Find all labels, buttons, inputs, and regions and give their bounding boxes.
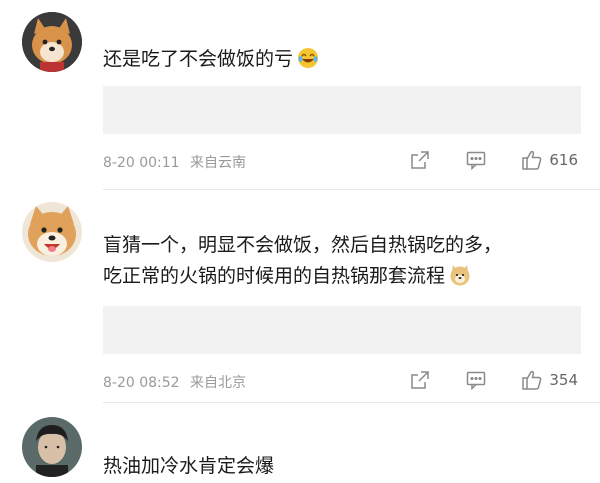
share-icon[interactable]	[409, 369, 431, 391]
comment-icon[interactable]	[465, 369, 487, 391]
comment-meta: 8-20 00:11 来自云南	[103, 152, 246, 172]
like-button[interactable]: 354	[521, 369, 578, 391]
comment-text-line-2: 吃正常的火锅的时候用的自热锅那套流程	[103, 265, 446, 287]
avatar-shiba-smiling[interactable]	[22, 202, 82, 262]
avatar-shiba[interactable]	[22, 12, 82, 72]
comment-meta: 8-20 08:52 来自北京	[103, 372, 246, 392]
comment-date: 8-20 00:11	[103, 155, 180, 171]
share-icon[interactable]	[409, 149, 431, 171]
comment-text-content: 还是吃了不会做饭的亏	[103, 48, 294, 70]
comment-2: 盲猜一个，明显不会做饭，然后自热锅吃的多， 吃正常的火锅的时候用的自热锅那套流程…	[0, 190, 600, 403]
comment-icon[interactable]	[465, 149, 487, 171]
comment-source: 来自云南	[190, 155, 247, 171]
like-count: 616	[549, 151, 578, 169]
media-placeholder	[103, 306, 581, 354]
like-button[interactable]: 616	[521, 149, 578, 171]
comment-date: 8-20 08:52	[103, 375, 180, 391]
comment-1: 还是吃了不会做饭的亏 8-20 00:11 来自云南 616	[0, 0, 600, 190]
laugh-cry-emoji-icon	[297, 47, 319, 79]
thumbs-up-icon	[521, 149, 543, 171]
comment-text: 盲猜一个，明显不会做饭，然后自热锅吃的多， 吃正常的火锅的时候用的自热锅那套流程	[103, 230, 580, 296]
comment-text: 热油加冷水肯定会爆	[103, 451, 580, 482]
media-placeholder	[103, 86, 581, 134]
comment-actions: 616	[409, 149, 578, 171]
comment-source: 来自北京	[190, 375, 247, 391]
doge-emoji-icon	[449, 264, 471, 296]
thumbs-up-icon	[521, 369, 543, 391]
comment-actions: 354	[409, 369, 578, 391]
comment-3: 热油加冷水肯定会爆	[0, 403, 600, 483]
like-count: 354	[549, 371, 578, 389]
comment-text-line-1: 盲猜一个，明显不会做饭，然后自热锅吃的多，	[103, 234, 503, 256]
comment-text: 还是吃了不会做饭的亏	[103, 44, 580, 79]
avatar-portrait[interactable]	[22, 417, 82, 477]
comment-text-content: 热油加冷水肯定会爆	[103, 455, 275, 477]
